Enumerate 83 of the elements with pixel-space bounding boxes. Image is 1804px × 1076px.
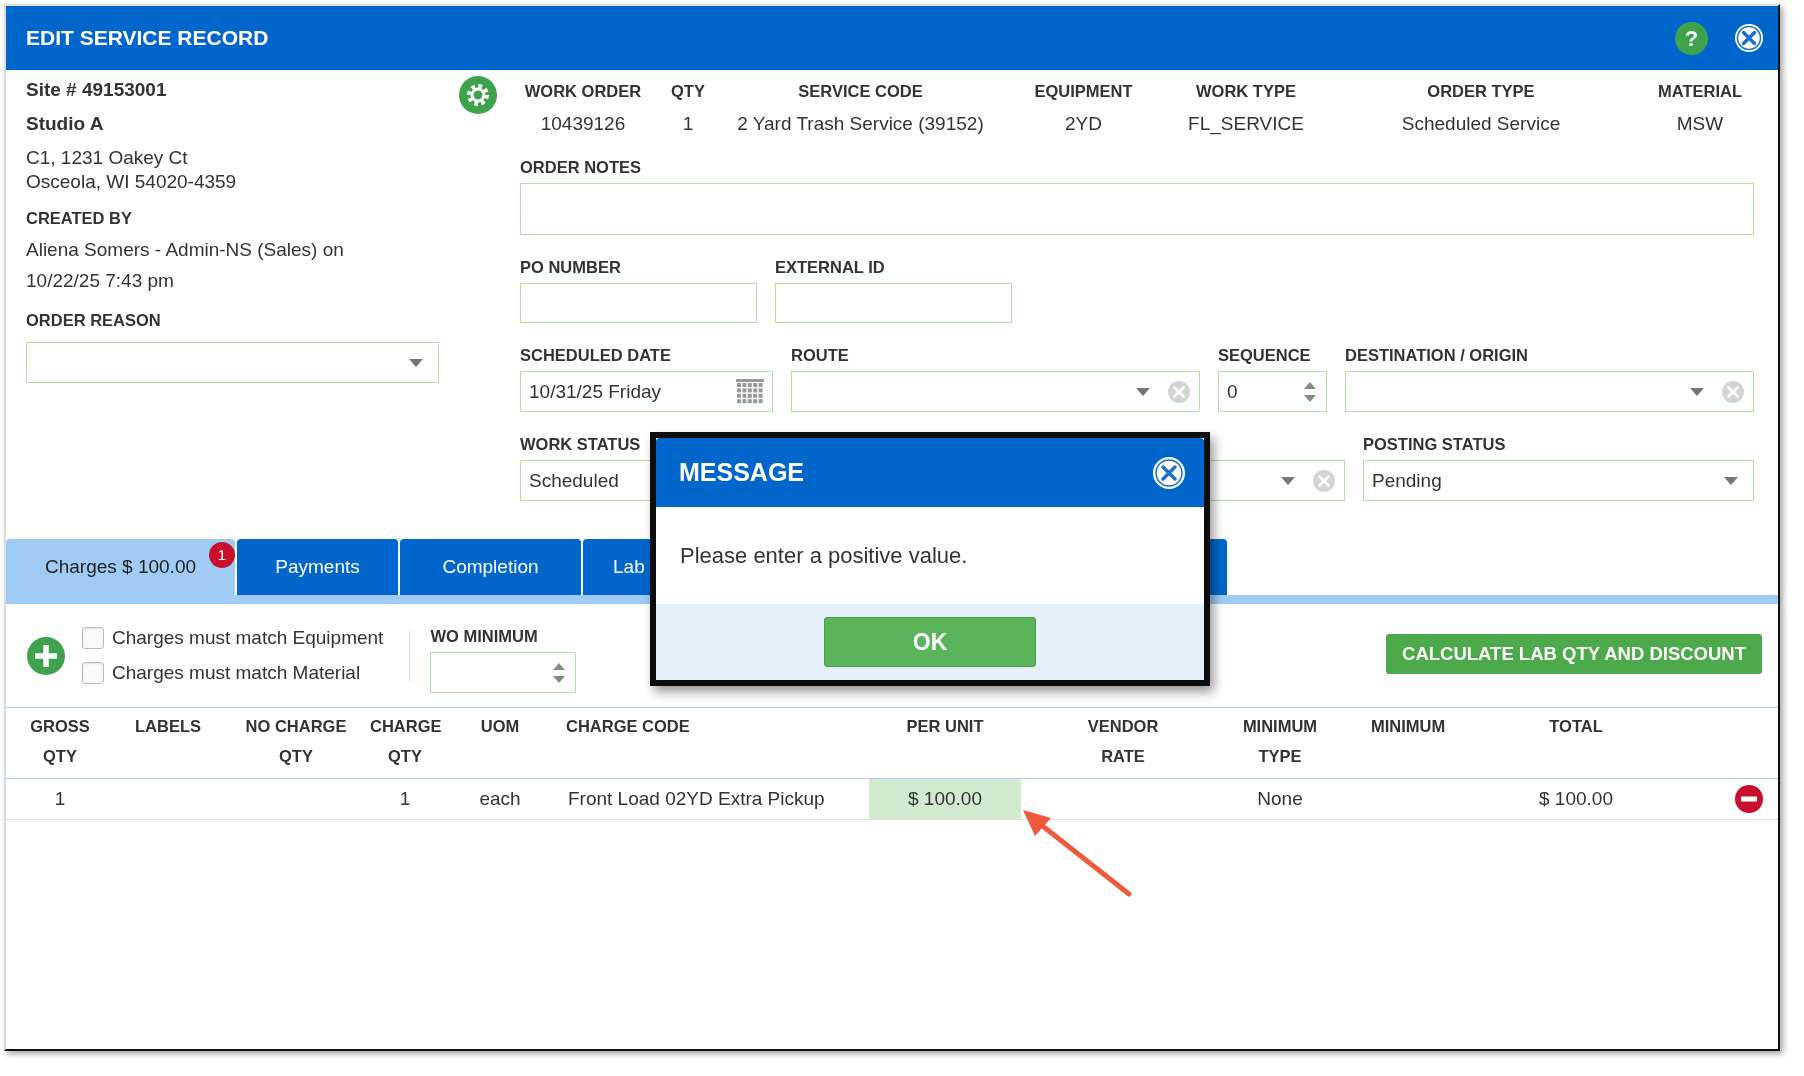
address-line: Osceola, WI 54020-4359 (26, 170, 238, 194)
caret-icon[interactable] (1723, 475, 1739, 486)
column-header: NO CHARGE QTY (244, 716, 348, 767)
field-label: WORK STATUS (520, 434, 642, 454)
date-field[interactable]: 10/31/25 Friday (520, 371, 773, 412)
column-header: PER UNIT (905, 716, 985, 737)
column-header: CHARGE CODE (565, 716, 691, 737)
column-header: MINIMUM TYPE (1241, 716, 1319, 767)
column-label: MATERIAL (1658, 81, 1742, 101)
table-cell-text: 1 (398, 787, 412, 811)
clear-icon[interactable] (1721, 379, 1745, 404)
field-label: ORDER REASON (26, 310, 162, 330)
table-cell[interactable]: $ 100.00 (869, 779, 1021, 819)
close-icon[interactable] (1734, 23, 1764, 53)
notes-field[interactable] (520, 183, 1754, 235)
summary-value: 10439126 (540, 113, 626, 135)
summary-value: 2 Yard Trash Service (39152) (737, 113, 984, 135)
settings-icon[interactable] (458, 75, 498, 115)
summary-value: Scheduled Service (1401, 113, 1561, 135)
dropdown-field[interactable]: Pending (1363, 460, 1754, 501)
field-label: SEQUENCE (1218, 345, 1312, 365)
field-label: POSTING STATUS (1363, 434, 1507, 454)
caret-icon[interactable] (1135, 386, 1151, 397)
add-icon[interactable] (26, 635, 66, 676)
summary-value: 1 (682, 113, 694, 135)
summary-value: MSW (1676, 113, 1724, 135)
clear-icon[interactable] (1312, 468, 1336, 493)
table-cell-text: None (1256, 787, 1304, 811)
input-field[interactable] (520, 283, 757, 323)
clear-icon[interactable] (1167, 379, 1191, 404)
checkbox[interactable] (82, 662, 104, 684)
count-badge: 1 (209, 542, 235, 568)
column-label: EQUIPMENT (1034, 81, 1133, 101)
close-icon[interactable] (1152, 455, 1186, 490)
site-name: Studio A (26, 112, 105, 136)
checkbox-label: Charges must match Material (112, 662, 361, 684)
caret-icon[interactable] (408, 357, 424, 368)
tab[interactable]: Charges $ 100.00 1 (6, 539, 235, 595)
column-header: LABELS (134, 716, 202, 737)
column-label: ORDER TYPE (1427, 81, 1535, 101)
window-title: EDIT SERVICE RECORD (26, 26, 270, 50)
remove-icon[interactable] (1734, 784, 1764, 814)
column-label: SERVICE CODE (798, 81, 923, 101)
created-by-text: Aliena Somers - Admin-NS (Sales) on 10/22/25 7:43 pm (26, 238, 345, 293)
caret-icon[interactable] (1280, 475, 1296, 486)
table-cell-text: $ 100.00 (1538, 787, 1614, 811)
field-label: PO NUMBER (520, 257, 622, 277)
column-header: TOTAL (1548, 716, 1604, 737)
column-header: MINIMUM (1370, 716, 1447, 737)
column-header: UOM (479, 716, 521, 737)
input-field[interactable] (775, 283, 1012, 323)
field-label: ROUTE (791, 345, 850, 365)
dropdown-field[interactable] (1345, 371, 1754, 412)
tab[interactable]: Payments (237, 539, 398, 595)
tab[interactable]: Completion (400, 539, 581, 595)
number-field[interactable]: 0 (1218, 371, 1327, 412)
field-label: CREATED BY (26, 208, 134, 228)
field-label: DESTINATION / ORIGIN (1345, 345, 1530, 365)
field-label: SCHEDULED DATE (520, 345, 672, 365)
table-cell-text: each (478, 787, 522, 811)
column-header: GROSS QTY (29, 716, 91, 767)
calendar-icon[interactable] (736, 378, 764, 405)
caret-icon[interactable] (1689, 386, 1705, 397)
dialog-message: Please enter a positive value. (679, 541, 969, 570)
column-header: VENDOR RATE (1086, 716, 1160, 767)
field-label: WO MINIMUM (430, 626, 539, 646)
field-label: EXTERNAL ID (775, 257, 886, 277)
column-header: CHARGE QTY (370, 716, 440, 767)
dropdown-field[interactable] (791, 371, 1200, 412)
site-number: Site # 49153001 (26, 78, 168, 102)
address-line: C1, 1231 Oakey Ct (26, 146, 189, 170)
column-label: QTY (671, 81, 705, 101)
table-cell-text: 1 (53, 787, 67, 811)
dropdown-field[interactable] (26, 342, 439, 383)
field-label: ORDER NOTES (520, 157, 642, 177)
summary-value: FL_SERVICE (1188, 113, 1304, 135)
checkbox-label: Charges must match Equipment (112, 627, 384, 649)
checkbox[interactable] (82, 627, 104, 649)
number-field[interactable] (430, 652, 577, 693)
column-label: WORK ORDER (524, 81, 642, 101)
summary-value: 2YD (1065, 113, 1102, 135)
table-cell-text: Front Load 02YD Extra Pickup (567, 787, 826, 811)
column-label: WORK TYPE (1196, 81, 1296, 101)
